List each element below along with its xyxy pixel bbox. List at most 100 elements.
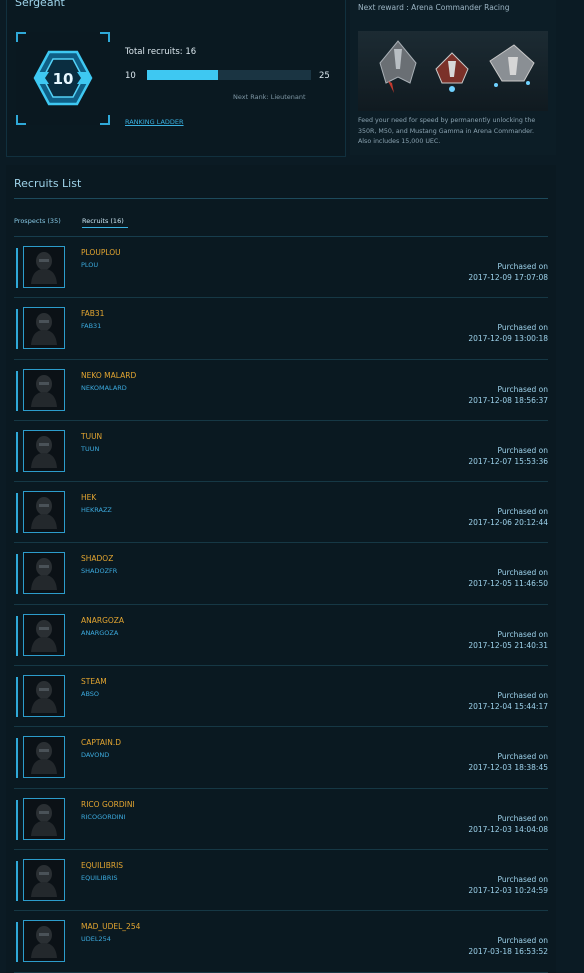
reward-panel: Next reward : Arena Commander Racing Fee… [350,0,556,155]
recruit-handle[interactable]: CAPTAIN.D [81,738,121,747]
recruit-row[interactable]: PLOUPLOU PLOU Purchased on 2017-12-09 17… [14,237,548,299]
recruit-handle[interactable]: FAB31 [81,309,104,318]
recruit-handle[interactable]: SHADOZ [81,554,113,563]
default-avatar-icon [31,497,57,530]
purchased-date: 2017-12-04 15:44:17 [468,702,548,712]
default-avatar-icon [31,926,57,959]
recruit-row[interactable]: CAPTAIN.D DAVOND Purchased on 2017-12-03… [14,727,548,789]
row-accent [16,554,18,595]
avatar [23,797,65,840]
rank-progress-fill [147,70,218,80]
purchased-date: 2017-12-06 20:12:44 [468,518,548,528]
purchased-label: Purchased on [497,936,548,946]
recruit-handle[interactable]: TUUN [81,432,102,441]
recruit-account: SHADOZFR [81,567,118,576]
row-accent [16,248,18,288]
recruits-list-title: Recruits List [14,177,82,190]
row-accent [16,677,18,718]
purchased-label: Purchased on [497,568,548,578]
recruit-handle[interactable]: RICO GORDINI [81,800,135,809]
recruit-handle[interactable]: HEK [81,493,96,502]
total-recruits: Total recruits: 16 [125,47,197,57]
row-accent [16,922,18,963]
reward-title: Next reward : Arena Commander Racing [358,3,510,12]
rank-insignia-icon: 10 [33,50,93,106]
recruit-row[interactable]: FAB31 FAB31 Purchased on 2017-12-09 13:0… [14,298,548,360]
default-avatar-icon [31,742,57,775]
recruit-row[interactable]: RICO GORDINI RICOGORDINI Purchased on 20… [14,789,548,850]
recruit-account: ABSO [81,690,100,699]
recruit-row[interactable]: HEK HEKRAZZ Purchased on 2017-12-06 20:1… [14,482,548,544]
purchased-label: Purchased on [497,629,548,639]
row-accent [16,860,18,901]
recruit-row[interactable]: SHADOZ SHADOZFR Purchased on 2017-12-05 … [14,543,548,605]
purchased-date: 2017-12-07 15:53:36 [468,456,548,466]
purchased-label: Purchased on [497,445,548,455]
recruit-handle[interactable]: MAD_UDEL_254 [81,922,140,931]
default-avatar-icon [31,252,57,284]
purchased-date: 2017-12-03 10:24:59 [468,885,548,895]
recruit-account: EQUILIBRIS [81,873,118,882]
default-avatar-icon [31,374,57,407]
recruit-account: HEKRAZZ [81,506,112,515]
rank-badge: 10 [16,32,110,125]
purchased-date: 2017-12-08 18:56:37 [468,395,548,405]
rank-progress-bar [147,70,311,80]
recruit-account: NEKOMALARD [81,383,127,392]
recruit-account: UDEL254 [81,935,111,944]
tab-recruits[interactable]: Recruits (16) [82,217,124,225]
recruit-account: RICOGORDINI [81,812,126,821]
active-tab-indicator [82,227,128,228]
purchased-date: 2017-12-03 14:04:08 [468,824,548,834]
recruit-account: DAVOND [81,751,110,760]
recruit-row[interactable]: EQUILIBRIS EQUILIBRIS Purchased on 2017-… [14,850,548,912]
progress-max: 25 [319,71,330,81]
purchased-label: Purchased on [497,507,548,517]
recruit-account: TUUN [81,444,100,453]
progress-min: 10 [125,71,136,81]
purchased-date: 2017-12-05 11:46:50 [468,579,548,589]
recruit-account: FAB31 [81,322,102,331]
avatar [23,613,65,656]
recruit-row[interactable]: MAD_UDEL_254 UDEL254 Purchased on 2017-0… [14,911,548,973]
recruit-handle[interactable]: NEKO MALARD [81,371,136,380]
purchased-label: Purchased on [497,752,548,762]
avatar [23,307,65,350]
row-accent [16,799,18,840]
ranking-ladder-link[interactable]: RANKING LADDER [125,118,184,126]
default-avatar-icon [31,313,57,346]
next-rank: Next Rank: Lieutenant [233,93,306,101]
recruit-row[interactable]: ANARGOZA ANARGOZA Purchased on 2017-12-0… [14,605,548,667]
purchased-date: 2017-12-03 18:38:45 [468,763,548,773]
avatar [23,429,65,472]
recruit-account: PLOU [81,261,99,269]
avatar [23,920,65,963]
recruit-row[interactable]: NEKO MALARD NEKOMALARD Purchased on 2017… [14,360,548,421]
rank-badge-number: 10 [53,70,74,88]
default-avatar-icon [31,864,57,897]
avatar [23,368,65,411]
recruit-row[interactable]: TUUN TUUN Purchased on 2017-12-07 15:53:… [14,421,548,483]
rank-panel: Sergeant 10 Total recruits: 16 10 25 Nex… [6,0,346,157]
recruit-handle[interactable]: EQUILIBRIS [81,861,123,870]
default-avatar-icon [31,558,57,591]
recruit-handle[interactable]: STEAM [81,677,107,686]
row-accent [16,493,18,534]
row-accent [16,615,18,656]
row-accent [16,431,18,472]
default-avatar-icon [31,681,57,714]
reward-ships-image [358,31,548,111]
recruits-list-panel: Recruits List Prospects (35) Recruits (1… [6,165,556,973]
reward-description: Feed your need for speed by permanently … [358,117,536,145]
default-avatar-icon [31,619,57,652]
recruit-handle[interactable]: ANARGOZA [81,616,124,625]
divider [14,198,548,199]
recruit-handle[interactable]: PLOUPLOU [81,248,121,257]
purchased-date: 2017-12-09 13:00:18 [468,334,548,344]
purchased-label: Purchased on [497,874,548,884]
purchased-label: Purchased on [497,262,548,271]
avatar [23,552,65,595]
tab-prospects[interactable]: Prospects (35) [14,217,61,225]
purchased-date: 2017-12-05 21:40:31 [468,640,548,650]
recruit-row[interactable]: STEAM ABSO Purchased on 2017-12-04 15:44… [14,666,548,728]
